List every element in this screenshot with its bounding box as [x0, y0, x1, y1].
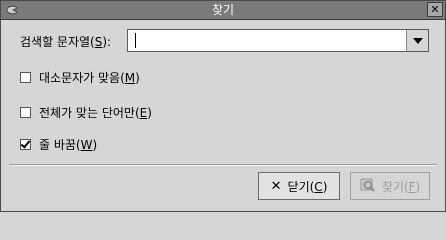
option-match-case[interactable]: 대소문자가 맞음(M)	[20, 69, 140, 86]
whole-word-checkbox[interactable]	[20, 107, 31, 118]
dropdown-arrow-icon[interactable]	[406, 30, 428, 51]
close-button-label: 닫기(C)	[287, 179, 328, 194]
match-case-label: 대소문자가 맞음(M)	[39, 71, 140, 85]
search-combobox[interactable]	[127, 29, 429, 52]
button-separator	[9, 164, 437, 166]
close-button[interactable]: ✕ 닫기(C)	[258, 172, 340, 200]
close-x-icon: ✕	[270, 178, 282, 194]
title-bar: 찾기 ✕	[1, 1, 445, 20]
wrap-label: 줄 바꿈(W)	[39, 138, 98, 152]
find-magnifier-icon	[360, 177, 376, 196]
match-case-checkbox[interactable]	[20, 72, 31, 83]
text-cursor	[135, 33, 136, 48]
search-label-suffix: ):	[102, 35, 112, 49]
close-icon[interactable]: ✕	[427, 2, 443, 17]
option-wrap[interactable]: 줄 바꿈(W)	[20, 136, 97, 153]
search-label-prefix: 검색할 문자열(	[20, 35, 95, 49]
search-label: 검색할 문자열(S):	[20, 33, 111, 50]
window-title: 찾기	[211, 3, 235, 17]
option-whole-word[interactable]: 전체가 맞는 단어만(E)	[20, 104, 152, 121]
wrap-checkbox[interactable]	[20, 139, 31, 150]
find-button-label: 찾기(F)	[381, 179, 421, 194]
find-dialog: 찾기 ✕ 검색할 문자열(S): 대소문자가 맞음(M) 전체가 맞는 단어만(…	[0, 0, 446, 212]
search-input[interactable]	[128, 30, 406, 51]
whole-word-label: 전체가 맞는 단어만(E)	[39, 106, 152, 120]
find-button[interactable]: 찾기(F)	[350, 172, 430, 200]
